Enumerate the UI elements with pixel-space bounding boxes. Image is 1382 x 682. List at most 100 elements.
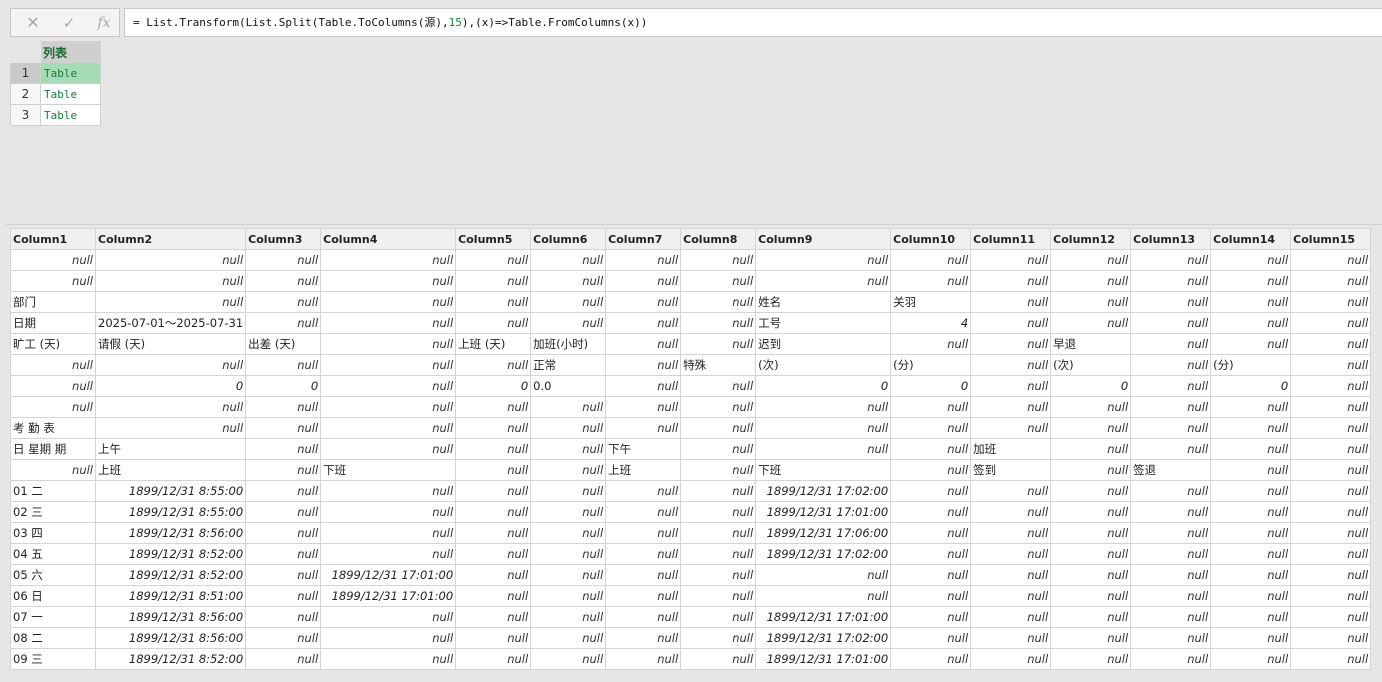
grid-cell[interactable]: null	[1290, 333, 1372, 355]
column-header[interactable]: Column7	[605, 228, 682, 250]
grid-cell[interactable]: null	[890, 333, 972, 355]
grid-cell[interactable]: null	[530, 312, 607, 334]
grid-cell[interactable]: 1899/12/31 17:06:00	[755, 522, 892, 544]
grid-cell[interactable]: 1899/12/31 8:56:00	[94, 522, 247, 544]
grid-cell[interactable]: null	[245, 354, 322, 376]
column-header[interactable]: Column14	[1210, 228, 1292, 250]
grid-cell[interactable]: null	[970, 396, 1052, 418]
grid-cell[interactable]: 早退	[1050, 333, 1132, 355]
grid-cell[interactable]: null	[1290, 249, 1372, 271]
grid-cell[interactable]: null	[605, 396, 682, 418]
grid-cell[interactable]: null	[245, 396, 322, 418]
grid-cell[interactable]: null	[890, 438, 972, 460]
grid-cell[interactable]: null	[755, 564, 892, 586]
grid-cell[interactable]: null	[1050, 249, 1132, 271]
column-header[interactable]: Column2	[94, 228, 247, 250]
grid-cell[interactable]: null	[530, 606, 607, 628]
grid-cell[interactable]: 签退	[1130, 459, 1212, 481]
grid-cell[interactable]: 07 一	[10, 606, 96, 628]
grid-cell[interactable]: null	[1290, 627, 1372, 649]
grid-cell[interactable]: null	[455, 270, 532, 292]
grid-cell[interactable]: null	[455, 417, 532, 439]
grid-cell[interactable]: 下午	[605, 438, 682, 460]
grid-cell[interactable]: null	[1210, 585, 1292, 607]
grid-cell[interactable]: 加班	[970, 438, 1052, 460]
grid-cell[interactable]: null	[890, 480, 972, 502]
grid-cell[interactable]: null	[1210, 648, 1292, 670]
grid-cell[interactable]: null	[605, 585, 682, 607]
grid-cell[interactable]: null	[320, 249, 457, 271]
grid-cell[interactable]: 关羽	[890, 291, 972, 313]
pane-divider[interactable]	[6, 224, 1382, 225]
grid-cell[interactable]: null	[10, 354, 96, 376]
grid-cell[interactable]: null	[455, 480, 532, 502]
grid-cell[interactable]: null	[455, 648, 532, 670]
grid-cell[interactable]: 4	[890, 312, 972, 334]
grid-cell[interactable]: null	[605, 564, 682, 586]
grid-cell[interactable]: null	[1210, 312, 1292, 334]
grid-cell[interactable]: null	[245, 522, 322, 544]
grid-cell[interactable]: null	[605, 333, 682, 355]
grid-cell[interactable]: null	[245, 543, 322, 565]
grid-cell[interactable]: null	[1130, 543, 1212, 565]
grid-cell[interactable]: null	[680, 564, 757, 586]
grid-cell[interactable]: null	[970, 480, 1052, 502]
grid-cell[interactable]: null	[605, 417, 682, 439]
grid-cell[interactable]: null	[245, 480, 322, 502]
grid-cell[interactable]: null	[970, 333, 1052, 355]
grid-cell[interactable]: null	[970, 501, 1052, 523]
grid-cell[interactable]: 签到	[970, 459, 1052, 481]
grid-cell[interactable]: null	[320, 501, 457, 523]
grid-cell[interactable]: null	[530, 438, 607, 460]
grid-cell[interactable]: null	[605, 291, 682, 313]
grid-cell[interactable]: null	[245, 585, 322, 607]
grid-cell[interactable]: null	[890, 543, 972, 565]
grid-cell[interactable]: 03 四	[10, 522, 96, 544]
grid-cell[interactable]: null	[1290, 438, 1372, 460]
grid-cell[interactable]: (次)	[1050, 354, 1132, 376]
grid-cell[interactable]: null	[1290, 291, 1372, 313]
grid-cell[interactable]: null	[890, 396, 972, 418]
grid-cell[interactable]: null	[755, 396, 892, 418]
grid-cell[interactable]: null	[1130, 291, 1212, 313]
grid-cell[interactable]: null	[320, 417, 457, 439]
grid-cell[interactable]: 请假 (天)	[94, 333, 247, 355]
grid-cell[interactable]: null	[320, 543, 457, 565]
grid-cell[interactable]: null	[1050, 396, 1132, 418]
grid-cell[interactable]: null	[10, 249, 96, 271]
grid-cell[interactable]: null	[94, 417, 247, 439]
grid-cell[interactable]: null	[1210, 627, 1292, 649]
grid-cell[interactable]: 姓名	[755, 291, 892, 313]
grid-cell[interactable]: 0	[1050, 375, 1132, 397]
fx-icon[interactable]: fx	[89, 12, 119, 34]
grid-cell[interactable]: 1899/12/31 17:02:00	[755, 627, 892, 649]
grid-cell[interactable]: null	[94, 396, 247, 418]
grid-cell[interactable]: null	[1050, 417, 1132, 439]
table-link-cell[interactable]: Table	[40, 104, 101, 126]
grid-cell[interactable]: null	[970, 522, 1052, 544]
grid-cell[interactable]: null	[1050, 522, 1132, 544]
grid-cell[interactable]: null	[10, 396, 96, 418]
grid-cell[interactable]: 日期	[10, 312, 96, 334]
grid-cell[interactable]: null	[1130, 522, 1212, 544]
grid-cell[interactable]: null	[320, 354, 457, 376]
column-header[interactable]: Column4	[320, 228, 457, 250]
grid-cell[interactable]: null	[1210, 438, 1292, 460]
grid-cell[interactable]: null	[1050, 501, 1132, 523]
grid-cell[interactable]: 1899/12/31 8:55:00	[94, 501, 247, 523]
grid-cell[interactable]: null	[530, 522, 607, 544]
grid-cell[interactable]: 考 勤 表	[10, 417, 96, 439]
column-header[interactable]: Column13	[1130, 228, 1212, 250]
grid-cell[interactable]: null	[605, 375, 682, 397]
grid-cell[interactable]: null	[680, 459, 757, 481]
grid-cell[interactable]: null	[1050, 627, 1132, 649]
grid-cell[interactable]: null	[1210, 333, 1292, 355]
grid-cell[interactable]: null	[455, 501, 532, 523]
grid-cell[interactable]: null	[1130, 606, 1212, 628]
grid-cell[interactable]: null	[1210, 459, 1292, 481]
grid-cell[interactable]: 特殊	[680, 354, 757, 376]
grid-cell[interactable]: 加班(小时)	[530, 333, 607, 355]
grid-cell[interactable]: null	[755, 270, 892, 292]
grid-cell[interactable]: null	[605, 312, 682, 334]
grid-cell[interactable]: null	[680, 522, 757, 544]
